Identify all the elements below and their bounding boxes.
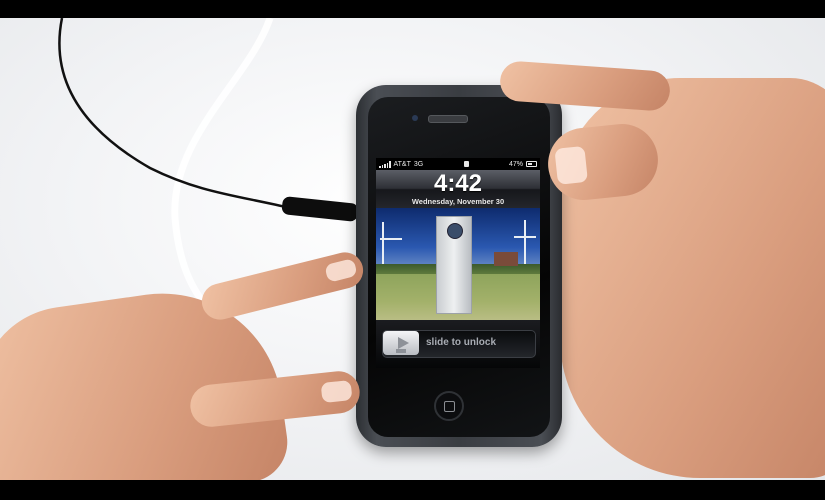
arrow-shaft	[396, 349, 406, 353]
goalpost-crossbar-right	[514, 236, 536, 238]
lock-clock: 4:42	[433, 170, 483, 197]
distant-building	[494, 252, 518, 266]
alligator-clip	[281, 196, 359, 222]
letterbox-top	[0, 0, 825, 18]
slide-to-unlock-label: slide to unlock	[426, 337, 497, 348]
monument	[436, 216, 472, 314]
lock-header: 4:42 Wednesday, November 30	[376, 170, 540, 208]
home-square-icon	[443, 400, 455, 412]
carrier-label: AT&T	[393, 160, 411, 168]
arrow-right-icon	[397, 337, 409, 349]
photo-scene: AT&T 3G 47% 4:42 Wednesday, November 30	[0, 18, 825, 480]
letterbox-bottom	[0, 480, 825, 500]
battery-fill	[527, 163, 533, 165]
network-label: 3G	[413, 160, 424, 168]
front-camera-icon	[412, 115, 418, 121]
unlock-slider-area: slide to unlock	[376, 320, 540, 368]
home-button[interactable]	[434, 391, 464, 421]
battery-icon	[525, 161, 537, 167]
earpiece-icon	[428, 115, 468, 123]
battery-percent: 47%	[508, 160, 523, 168]
monument-emblem	[447, 223, 463, 239]
iphone: AT&T 3G 47% 4:42 Wednesday, November 30	[356, 85, 562, 447]
video-frame: AT&T 3G 47% 4:42 Wednesday, November 30	[0, 0, 825, 500]
unlock-slider-knob[interactable]	[383, 331, 419, 355]
lock-date: Wednesday, November 30	[411, 197, 505, 206]
lock-screen: AT&T 3G 47% 4:42 Wednesday, November 30	[376, 158, 540, 368]
goalpost-crossbar-left	[380, 238, 402, 240]
status-bar: AT&T 3G 47%	[376, 158, 540, 170]
lock-icon	[463, 161, 469, 167]
wallpaper-image	[376, 208, 540, 320]
signal-icon	[379, 160, 391, 168]
